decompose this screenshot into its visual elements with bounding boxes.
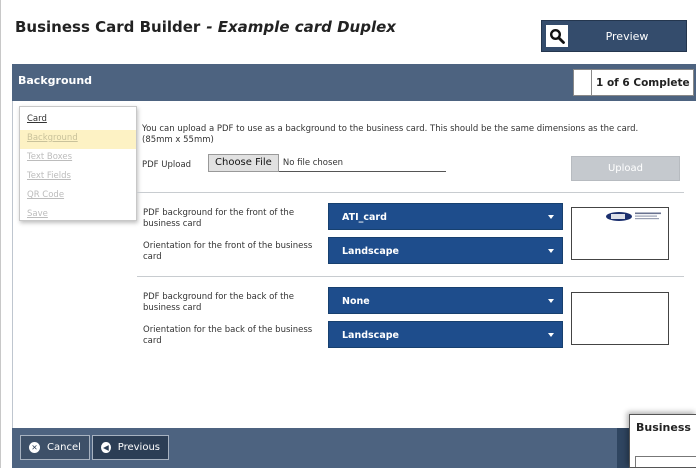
progress-text: 1 of 6 Complete [596,76,690,89]
step-text-boxes: Text Boxes [27,152,73,162]
front-pdf-label: PDF background for the front of the busi… [143,208,295,229]
progress-indicator: 1 of 6 Complete [573,69,694,96]
divider [137,192,684,193]
upload-instructions: You can upload a PDF to use as a backgro… [142,124,639,145]
chevron-down-icon [548,215,554,219]
preview-button[interactable]: Preview [541,20,687,52]
back-orientation-value: Landscape [342,330,399,341]
previous-label: Previous [117,442,160,453]
footer-bar: ✕ Cancel ◀ Previous [12,428,696,468]
step-background[interactable]: Background [20,130,136,149]
step-text-fields: Text Fields [27,171,71,181]
pdf-upload-label: PDF Upload [142,160,192,170]
divider [137,276,684,277]
front-card-thumbnail [571,207,669,260]
front-orientation-value: Landscape [342,246,399,257]
front-pdf-select[interactable]: ATI_card [328,203,563,230]
front-orientation-label: Orientation for the front of the busines… [143,241,313,262]
step-save: Save [27,209,48,219]
back-pdf-select[interactable]: None [328,287,563,314]
section-title: Background [18,74,93,87]
back-card-thumbnail [571,292,669,345]
popup-title: Business [636,421,691,434]
back-orientation-select[interactable]: Landscape [328,321,563,348]
step-qr-code: QR Code [27,190,65,200]
progress-box [574,70,592,95]
front-pdf-value: ATI_card [342,212,387,223]
cancel-button[interactable]: ✕ Cancel [20,435,90,460]
step-card[interactable]: Card [20,111,136,130]
section-header: Background 1 of 6 Complete [12,64,696,101]
app-title: Business Card Builder [15,18,201,36]
chevron-down-icon [548,249,554,253]
company-logo [606,212,661,221]
search-icon [546,25,568,47]
file-status: No file chosen [282,157,344,168]
chevron-left-icon: ◀ [101,442,111,453]
preview-label: Preview [605,29,649,43]
chevron-down-icon [548,299,554,303]
close-icon: ✕ [29,442,40,453]
card-name: - Example card Duplex [206,18,396,36]
card-preview-popup: Business [629,414,696,468]
previous-button[interactable]: ◀ Previous [92,435,169,460]
step-menu: Card Background Text Boxes Text Fields Q… [19,106,137,221]
app-window: Business Card Builder - Example card Dupl… [0,0,696,468]
choose-file-button[interactable]: Choose File [208,153,279,172]
pdf-file-input[interactable]: Choose File No file chosen [208,153,446,172]
back-pdf-value: None [342,296,370,307]
front-orientation-select[interactable]: Landscape [328,237,563,264]
popup-card-outline [635,456,696,467]
back-pdf-label: PDF background for the back of the busin… [143,292,295,313]
page-title: Business Card Builder - Example card Dupl… [15,18,396,36]
chevron-down-icon [548,333,554,337]
upload-button[interactable]: Upload [571,156,680,181]
back-orientation-label: Orientation for the back of the business… [143,325,313,346]
cancel-label: Cancel [47,442,81,453]
